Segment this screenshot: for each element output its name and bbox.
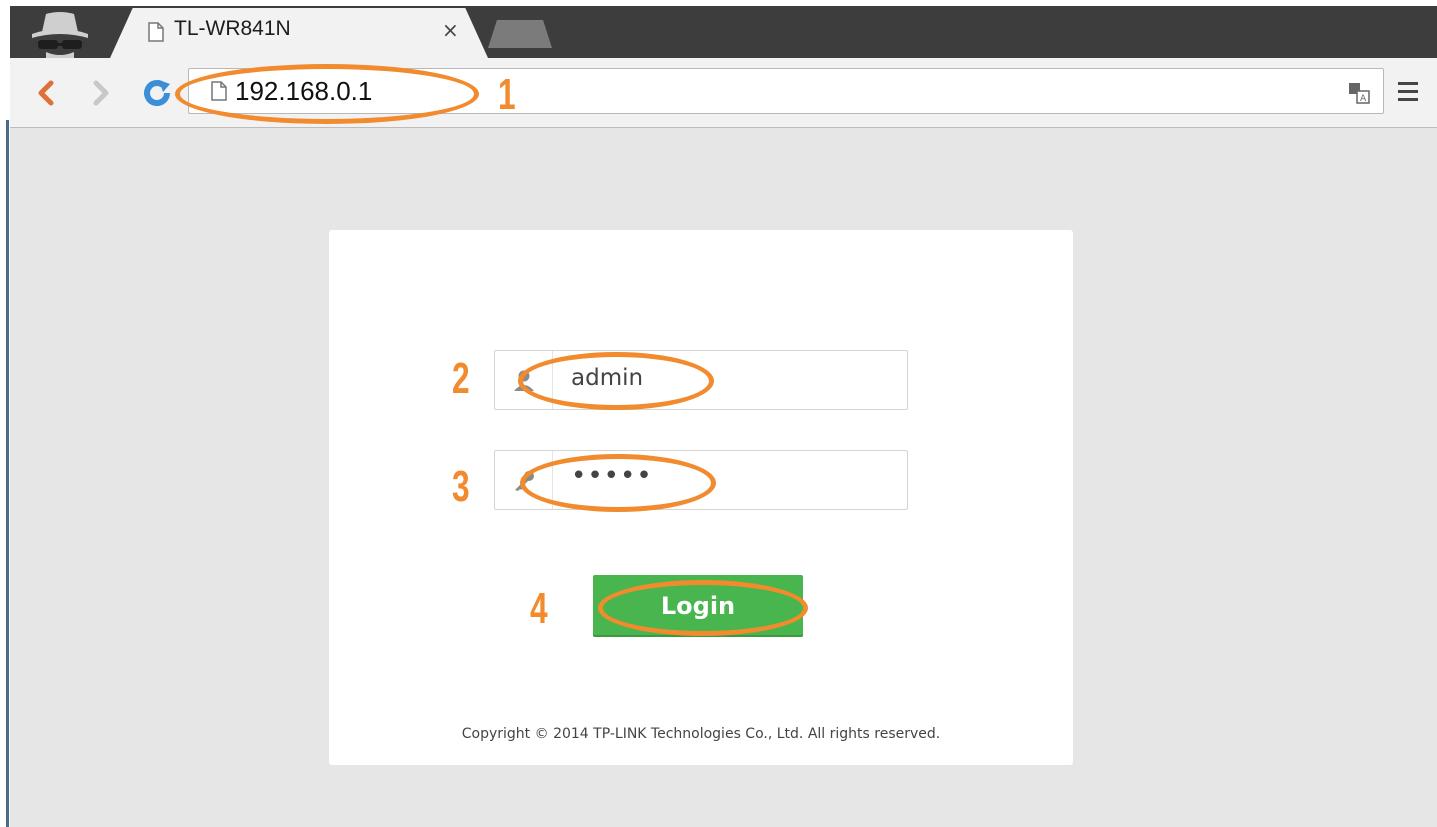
- annotation-step-4: 4: [530, 584, 548, 633]
- address-bar[interactable]: 192.168.0.1: [188, 68, 1384, 114]
- tab-strip: TL-WR841N ×: [10, 0, 1437, 58]
- incognito-icon: [32, 12, 88, 58]
- reload-icon[interactable]: [142, 78, 172, 108]
- desktop-edge: [0, 0, 10, 827]
- user-icon: [514, 370, 534, 391]
- username-field[interactable]: admin: [494, 350, 908, 410]
- page-content: admin ••••• Login Copyright © 2014 TP-LI…: [10, 128, 1437, 827]
- username-value[interactable]: admin: [571, 365, 643, 391]
- translate-icon[interactable]: A: [1348, 82, 1370, 104]
- back-arrow-icon[interactable]: [36, 80, 54, 106]
- copyright-text: Copyright © 2014 TP-LINK Technologies Co…: [461, 726, 941, 742]
- forward-arrow-icon[interactable]: [92, 80, 110, 106]
- new-tab-button[interactable]: [488, 20, 552, 48]
- tab-close-icon[interactable]: ×: [442, 18, 459, 42]
- annotation-step-1: 1: [498, 70, 516, 119]
- tab-active[interactable]: [110, 8, 488, 58]
- page-icon: [211, 81, 227, 101]
- password-value[interactable]: •••••: [571, 461, 653, 491]
- password-field[interactable]: •••••: [494, 450, 908, 510]
- browser-toolbar: 192.168.0.1 A: [10, 58, 1437, 128]
- url-text[interactable]: 192.168.0.1: [235, 76, 372, 107]
- annotation-step-2: 2: [452, 354, 470, 403]
- menu-icon[interactable]: [1398, 82, 1418, 101]
- page-icon: [148, 22, 164, 42]
- svg-text:A: A: [1360, 94, 1367, 104]
- tab-title: TL-WR841N: [174, 17, 291, 40]
- browser-window: TL-WR841N × 192.168.0.1 A admin ••••• Lo…: [10, 0, 1437, 827]
- login-button[interactable]: Login: [593, 575, 803, 637]
- user-icon-cell: [495, 351, 553, 409]
- login-panel: admin ••••• Login Copyright © 2014 TP-LI…: [329, 230, 1073, 765]
- key-icon: [515, 471, 534, 491]
- annotation-step-3: 3: [452, 462, 470, 511]
- key-icon-cell: [495, 451, 553, 509]
